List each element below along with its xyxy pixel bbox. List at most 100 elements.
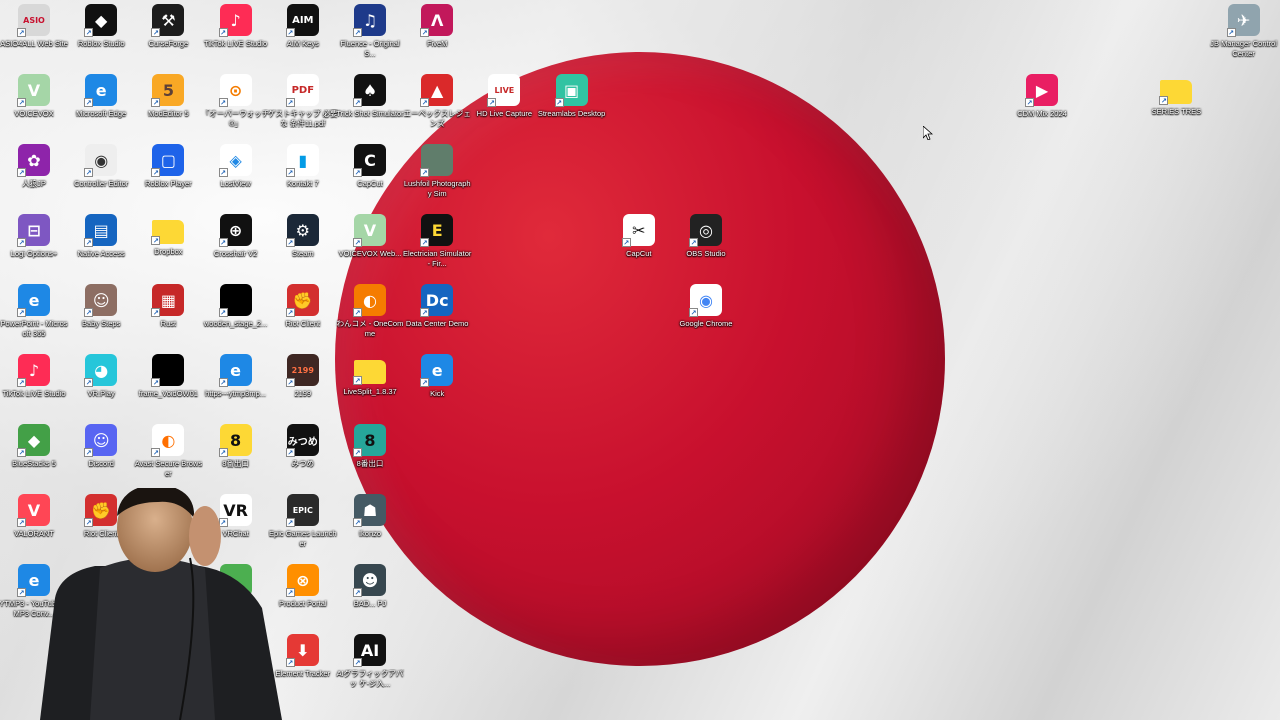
desktop-icon-dcdemo[interactable]: Dc ↗ Data Center Demo	[403, 280, 471, 350]
desktop-icon-ikonzo[interactable]: ☗ ↗ Ikonzo	[336, 490, 404, 560]
desktop-icon-edge-link[interactable]: e ↗ https---ytmp3mp...	[202, 350, 270, 420]
desktop-icon-chrome[interactable]: ◉ ↗ Google Chrome	[672, 280, 740, 350]
desktop-icon-label: 「オーバーウォッチ®」	[201, 109, 270, 128]
desktop-icon-mitsume[interactable]: みつめ ↗ みつめ	[269, 420, 337, 490]
desktop-icon-fluence[interactable]: ♫ ↗ Fluence - Original S...	[336, 0, 404, 70]
shortcut-arrow-icon: ↗	[218, 238, 228, 247]
edge-link-icon: e ↗	[218, 354, 252, 387]
desktop-icon-babysteps[interactable]: ☺ ↗ Baby Steps	[67, 280, 135, 350]
desktop-icon-folder-tr[interactable]: ↗ SERIES TRES	[1142, 70, 1210, 140]
desktop-icon-asio[interactable]: ASIO ↗ ASIO4ALL Web Site	[0, 0, 68, 70]
desktop-icon-black-file[interactable]: ↗ frame_VoidOW01	[134, 350, 202, 420]
fiveM-icon: Λ ↗	[420, 4, 454, 37]
desktop-icon-exit8-1[interactable]: 8 ↗ 8番出口	[202, 420, 270, 490]
shortcut-arrow-icon: ↗	[353, 168, 362, 177]
pdf-icon: PDF ↗	[285, 74, 319, 107]
babysteps-icon: ☺ ↗	[84, 284, 118, 317]
desktop-icon-electrician[interactable]: E ↗ Electrician Simulator - Fir...	[403, 210, 471, 280]
desktop-icon-kick[interactable]: e ↗ Kick	[403, 350, 471, 420]
trickshot-icon: ♠ ↗	[353, 74, 386, 107]
capcut-green-icon: C ↗	[353, 144, 386, 177]
shortcut-arrow-icon: ↗	[218, 308, 228, 317]
rust-icon: ▦ ↗	[151, 284, 185, 317]
shortcut-arrow-icon: ↗	[218, 378, 228, 387]
desktop-icon-streamlabs[interactable]: ▣ ↗ Streamlabs Desktop	[538, 70, 606, 140]
desktop-icon-crosshair[interactable]: ⊕ ↗ Crosshair V2	[202, 210, 270, 280]
desktop-icon-voicevox-1[interactable]: V ↗ VOICEVOX	[0, 70, 68, 140]
shortcut-arrow-icon: ↗	[84, 238, 94, 247]
desktop-icon-aim-keys[interactable]: AIM ↗ AIM Keys	[269, 0, 337, 70]
desktop-icon-lushfoil[interactable]: ↗ Lushfoil Photography Sim	[403, 140, 471, 210]
desktop-icon-roblox-studio[interactable]: ◆ ↗ Roblox Studio	[67, 0, 135, 70]
shortcut-arrow-icon: ↗	[420, 98, 430, 107]
desktop-icon-label: Lushfoil Photography Sim	[403, 179, 471, 198]
shortcut-arrow-icon: ↗	[17, 28, 26, 37]
desktop-icon-label: LostView	[220, 179, 251, 188]
desktop-icon-onecomme[interactable]: ◐ ↗ わんコメ - OneComme	[336, 280, 404, 350]
desktop-icon-controller-editor[interactable]: ◉ ↗ Controller Editor	[67, 140, 135, 210]
desktop-icon-label: エーペックスレジェンズ	[403, 109, 471, 128]
aim-keys-icon: AIM ↗	[285, 4, 319, 37]
shortcut-arrow-icon: ↗	[17, 378, 26, 387]
desktop-icon-trickshot[interactable]: ♠ ↗ Trick Shot Simulator	[336, 70, 404, 140]
desktop-icon-avast[interactable]: ◐ ↗ Avast Secure Browser	[134, 420, 202, 490]
desktop-icon-ai-tool[interactable]: AI ↗ AIグラフィックアパッ ケ-ジ入...	[336, 630, 404, 700]
desktop-icon-jbmanager[interactable]: ✈ ↗ JB Manager Control Center	[1210, 0, 1278, 70]
desktop-icon-label: みつめ	[291, 459, 315, 468]
desktop-icon-rust[interactable]: ▦ ↗ Rust	[134, 280, 202, 350]
desktop-icon-dropbox-folder[interactable]: ↗ Dropbox	[134, 210, 202, 280]
desktop-icon-logi-options[interactable]: ⊟ ↗ Logi Options+	[0, 210, 68, 280]
desktop-icon-label: Data Center Demo	[405, 319, 469, 328]
desktop-icon-hd-live[interactable]: LIVE ↗ HD Live Capture	[470, 70, 538, 140]
desktop-icon-capcut[interactable]: ✂ ↗ CapCut	[605, 210, 673, 280]
desktop-icon-livesplit[interactable]: ↗ LiveSplit_1.8.37	[336, 350, 404, 420]
lostview-icon: ◈ ↗	[218, 144, 252, 177]
desktop-icon-bad-guy[interactable]: ☻ ↗ BAD... PJ	[336, 560, 404, 630]
desktop-icon-pdf[interactable]: PDF ↗ ゲストキャップ 必要な 条件11.pdf	[268, 70, 338, 140]
desktop-icon-modeditor[interactable]: 5 ↗ ModEditor 5	[134, 70, 202, 140]
desktop-icon-ppt[interactable]: e ↗ PowerPoint - Microsoft 365	[0, 280, 68, 350]
capcut-icon: ✂ ↗	[621, 214, 655, 247]
desktop-icon-wooden-stage[interactable]: ↗ wooden_stage_2...	[202, 280, 270, 350]
desktop-icon-vrplay[interactable]: ◕ ↗ VR.Play	[67, 350, 135, 420]
desktop-icon-fiveM[interactable]: Λ ↗ FiveM	[403, 0, 471, 70]
desktop-icon-native-access[interactable]: ▤ ↗ Native Access	[67, 210, 135, 280]
shortcut-arrow-icon: ↗	[353, 448, 362, 457]
desktop-icon-label: わんコメ - OneComme	[336, 319, 404, 338]
shortcut-arrow-icon: ↗	[1159, 96, 1169, 105]
desktop-icon-roblox-player[interactable]: ▢ ↗ Roblox Player	[134, 140, 202, 210]
desktop-icon-apex[interactable]: ▲ ↗ エーペックスレジェンズ	[403, 70, 471, 140]
desktop-icon-exit8-2[interactable]: 8 ↗ 8番出口	[336, 420, 404, 490]
desktop-icon-label: Streamlabs Desktop	[537, 109, 606, 118]
desktop-icon-tiktok-live-studio-1[interactable]: ♪ ↗ TikTok LIVE Studio	[202, 0, 270, 70]
roblox-studio-icon: ◆ ↗	[84, 4, 118, 37]
desktop-icon-riot-client-1[interactable]: ✊ ↗ Riot Client	[269, 280, 337, 350]
desktop-icon-tiktok-live-studio-2[interactable]: ♪ ↗ TikTok LIVE Studio	[0, 350, 68, 420]
desktop-icon-jinroujp[interactable]: ✿ ↗ 人狼JP	[0, 140, 68, 210]
shortcut-arrow-icon: ↗	[487, 98, 497, 107]
shortcut-arrow-icon: ↗	[353, 658, 362, 667]
shortcut-arrow-icon: ↗	[353, 588, 362, 597]
desktop-icon-game2199[interactable]: 2199 ↗ 2199	[269, 350, 337, 420]
desktop-icon-steam[interactable]: ⚙ ↗ Steam	[269, 210, 337, 280]
desktop-icon-lostview[interactable]: ◈ ↗ LostView	[202, 140, 270, 210]
desktop-icon-kontakt[interactable]: ▮ ↗ Kontakt 7	[269, 140, 337, 210]
asio-icon: ASIO ↗	[17, 4, 50, 37]
desktop-icon-curseforge[interactable]: ⚒ ↗ CurseForge	[134, 0, 202, 70]
cdm-mix-icon: ▶ ↗	[1025, 74, 1058, 107]
desktop-icon-obs[interactable]: ◎ ↗ OBS Studio	[672, 210, 740, 280]
desktop-icon-msedge-1[interactable]: e ↗ Microsoft Edge	[67, 70, 135, 140]
desktop-icon-capcut-green[interactable]: C ↗ CapCut	[336, 140, 404, 210]
desktop-icon-discord[interactable]: ☺ ↗ Discord	[67, 420, 135, 490]
desktop-icon-label: Roblox Player	[145, 179, 192, 188]
roblox-player-icon: ▢ ↗	[151, 144, 185, 177]
desktop-icon-label: Microsoft Edge	[76, 109, 127, 118]
desktop-icon-cdm-mix[interactable]: ▶ ↗ CDM Mix 2024	[1008, 70, 1076, 140]
desktop-icon-voicevox-web[interactable]: V ↗ VOICEVOX Web...	[336, 210, 404, 280]
msedge-1-icon: e ↗	[84, 74, 118, 107]
shortcut-arrow-icon: ↗	[84, 378, 94, 387]
desktop-icon-overwatch[interactable]: ⊙ ↗ 「オーバーウォッチ®」	[202, 70, 270, 140]
desktop-icon-bluestacks[interactable]: ◆ ↗ BlueStacks 5	[0, 420, 68, 490]
shortcut-arrow-icon: ↗	[420, 28, 430, 37]
desktop-icon-label: 8番出口	[222, 459, 249, 468]
